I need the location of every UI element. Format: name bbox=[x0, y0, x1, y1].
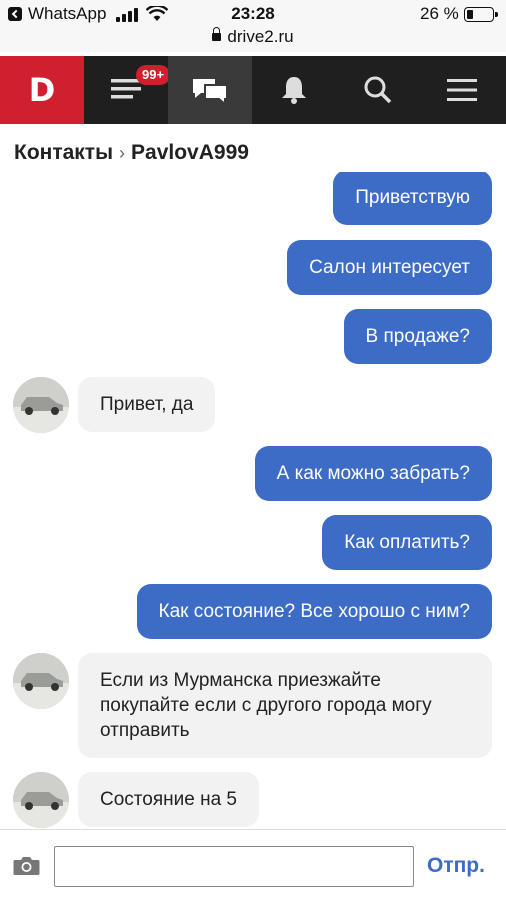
logo-button[interactable]: D bbox=[0, 56, 84, 124]
camera-icon[interactable] bbox=[13, 856, 40, 876]
message-incoming: Привет, да bbox=[78, 377, 216, 432]
car-photo-icon bbox=[13, 653, 69, 709]
message-composer: Отпр. bbox=[0, 829, 506, 900]
car-photo-icon bbox=[13, 377, 69, 433]
logo-icon: D bbox=[28, 71, 56, 109]
message-outgoing: В продаже? bbox=[343, 309, 492, 364]
send-button[interactable]: Отпр. bbox=[427, 854, 485, 878]
battery-percent: 26 % bbox=[420, 4, 459, 23]
messages-button[interactable] bbox=[168, 56, 252, 124]
breadcrumb: Контакты › PavlovA999 bbox=[14, 141, 249, 165]
message-incoming: Состояние на 5 bbox=[78, 772, 259, 827]
message-input[interactable] bbox=[54, 846, 414, 887]
menu-button[interactable] bbox=[420, 56, 504, 124]
lock-icon bbox=[212, 27, 222, 41]
message-line: отправить bbox=[100, 720, 190, 741]
breadcrumb-current: PavlovA999 bbox=[131, 141, 249, 164]
car-photo-icon bbox=[13, 772, 69, 828]
breadcrumb-contacts-link[interactable]: Контакты bbox=[14, 141, 113, 164]
feed-button[interactable]: 99+ bbox=[84, 56, 171, 124]
message-outgoing: Приветствую bbox=[333, 172, 492, 225]
battery-icon bbox=[464, 7, 498, 22]
avatar[interactable] bbox=[13, 772, 69, 828]
search-icon bbox=[364, 76, 392, 104]
status-bar: WhatsApp 23:28 26 % drive2.ru bbox=[0, 0, 506, 52]
avatar[interactable] bbox=[13, 653, 69, 709]
message-outgoing: А как можно забрать? bbox=[254, 446, 492, 501]
message-outgoing: Как состояние? Все хорошо с ним? bbox=[136, 584, 492, 639]
top-nav: D 99+ bbox=[0, 56, 506, 124]
notifications-button[interactable] bbox=[252, 56, 336, 124]
url-text: drive2.ru bbox=[227, 27, 294, 46]
bell-icon bbox=[282, 77, 306, 104]
message-line: Если из Мурманска приезжайте bbox=[100, 670, 381, 691]
breadcrumb-separator: › bbox=[119, 143, 126, 163]
search-button[interactable] bbox=[336, 56, 420, 124]
messages-icon bbox=[193, 79, 228, 105]
avatar[interactable] bbox=[13, 377, 69, 433]
message-incoming: Если из Мурманска приезжайте покупайте е… bbox=[78, 653, 492, 758]
message-outgoing: Как оплатить? bbox=[322, 515, 492, 570]
menu-icon bbox=[447, 79, 477, 101]
message-line: покупайте если с другого города могу bbox=[100, 695, 432, 716]
message-outgoing: Салон интересует bbox=[287, 240, 492, 295]
address-bar[interactable]: drive2.ru bbox=[0, 27, 506, 47]
chat-thread[interactable]: Приветствую Салон интересует В продаже? … bbox=[0, 172, 506, 829]
notification-badge: 99+ bbox=[136, 65, 171, 85]
